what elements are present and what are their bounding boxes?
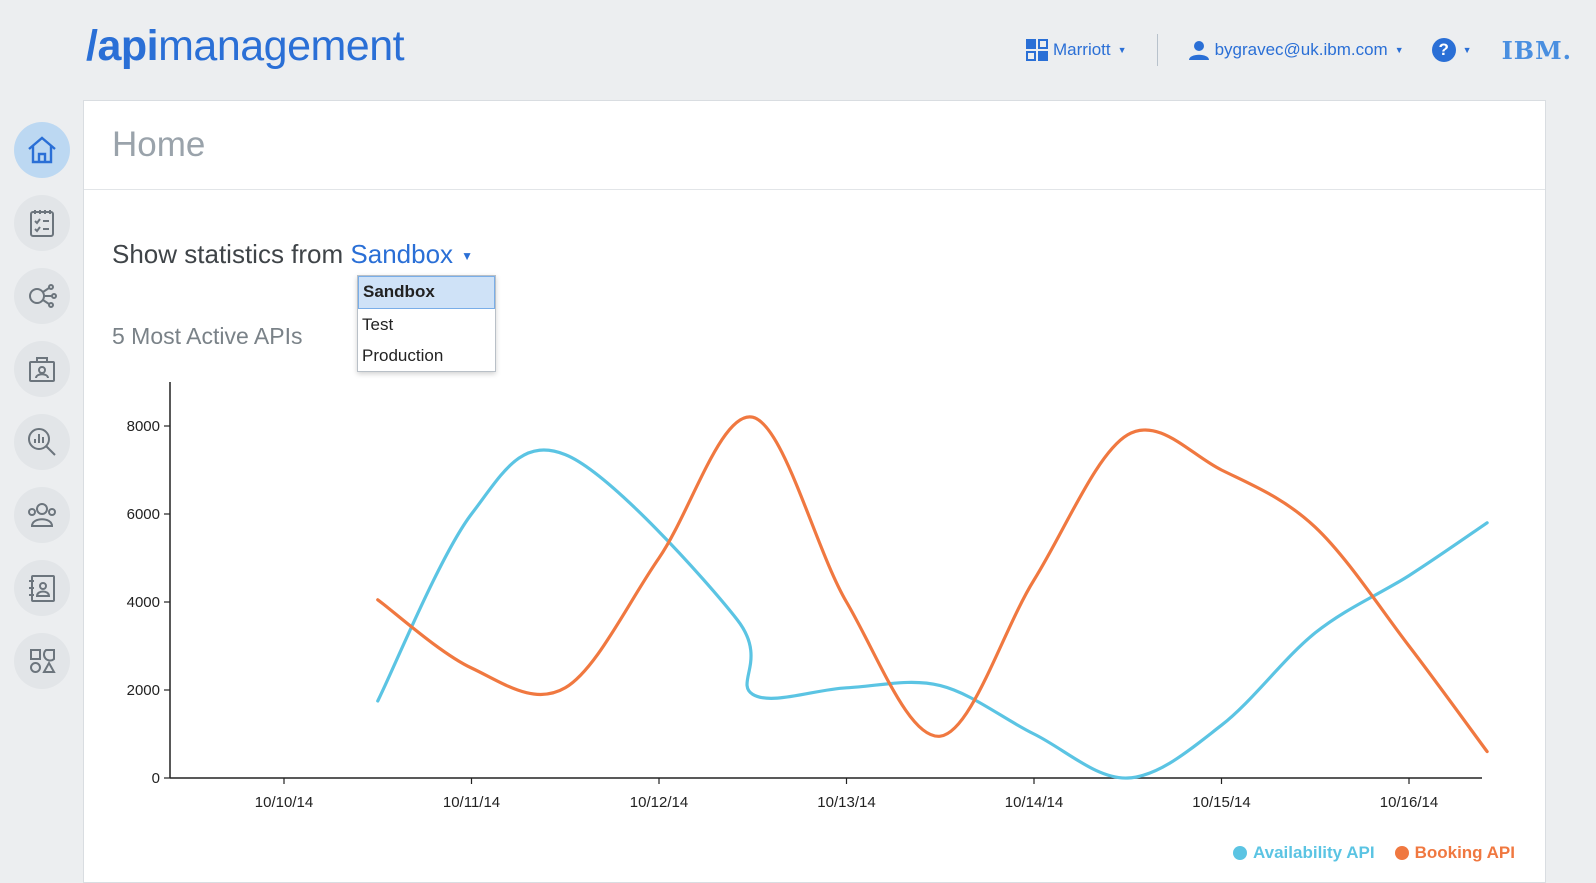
top-bar: /apimanagement Marriott ▼ bygravec@uk.ib… — [0, 0, 1596, 96]
sidebar-item-apis[interactable] — [14, 268, 70, 324]
app-logo[interactable]: /apimanagement — [86, 22, 405, 71]
chevron-down-icon: ▼ — [1117, 45, 1127, 55]
contact-book-icon — [29, 575, 55, 602]
activity-line-chart: 0 2000 4000 6000 8000 10/10/14 10/11/14 10/12/1… — [127, 382, 1489, 811]
legend-dot — [1233, 846, 1247, 860]
checklist-icon — [30, 210, 54, 237]
y-tick-label: 2000 — [127, 682, 160, 699]
top-nav: Marriott ▼ bygravec@uk.ibm.com ▼ ? ▼ IBM… — [1026, 34, 1572, 66]
x-tick-label: 10/10/14 — [255, 794, 313, 811]
dropdown-option-production[interactable]: Production — [358, 340, 495, 371]
user-icon — [1188, 41, 1209, 60]
legend-label: Availability API — [1253, 843, 1375, 862]
y-tick-label: 6000 — [127, 506, 160, 523]
ibm-logo: IBM. — [1501, 35, 1572, 65]
logo-api: api — [97, 22, 159, 70]
logo-management: management — [158, 22, 405, 70]
user-menu[interactable]: bygravec@uk.ibm.com ▼ — [1188, 39, 1404, 61]
environment-dropdown: Sandbox Test Production — [357, 275, 496, 372]
shapes-icon — [30, 649, 56, 673]
legend-dot — [1394, 846, 1409, 860]
org-grid-icon — [1026, 39, 1049, 61]
sidebar-item-developers[interactable] — [14, 487, 70, 543]
x-tick-label: 10/15/14 — [1192, 794, 1250, 811]
sidebar-item-portal[interactable] — [14, 560, 70, 616]
nav-divider — [1156, 34, 1158, 66]
sidebar — [14, 122, 70, 706]
user-email: bygravec@uk.ibm.com — [1214, 40, 1388, 59]
briefcase-icon — [29, 357, 55, 382]
y-tick-label: 4000 — [127, 594, 160, 611]
dropdown-option-sandbox[interactable]: Sandbox — [358, 276, 495, 309]
x-tick-label: 10/14/14 — [1005, 794, 1063, 811]
y-tick-label: 8000 — [127, 418, 160, 435]
api-nodes-icon — [29, 284, 57, 308]
x-tick-label: 10/11/14 — [443, 794, 500, 811]
app-frame: /apimanagement Marriott ▼ bygravec@uk.ib… — [0, 0, 1596, 883]
sidebar-item-settings[interactable] — [14, 633, 70, 689]
org-menu[interactable]: Marriott ▼ — [1026, 39, 1127, 61]
sidebar-item-plans[interactable] — [14, 195, 70, 251]
home-icon — [28, 136, 56, 164]
x-tick-label: 10/12/14 — [630, 794, 688, 811]
x-tick-label: 10/13/14 — [817, 794, 875, 811]
x-tick-label: 10/16/14 — [1380, 794, 1438, 811]
series-line-availability-api — [376, 448, 1489, 780]
dropdown-option-test[interactable]: Test — [358, 309, 495, 340]
help-icon: ? — [1431, 38, 1456, 62]
legend-entry[interactable]: Availability API — [1233, 843, 1375, 863]
org-label: Marriott — [1053, 40, 1111, 59]
legend-label: Booking API — [1414, 843, 1515, 862]
users-icon — [28, 503, 56, 527]
analytics-search-icon — [28, 428, 56, 456]
legend-entry[interactable]: Booking API — [1394, 843, 1515, 863]
chevron-down-icon: ▼ — [1394, 45, 1404, 55]
y-tick-label: 0 — [152, 770, 160, 787]
home-panel: Home Show statistics from Sandbox ▼ 5 Mos… — [83, 100, 1546, 883]
sidebar-item-home[interactable] — [14, 122, 70, 178]
chevron-down-icon: ▼ — [1462, 45, 1472, 55]
sidebar-item-products[interactable] — [14, 341, 70, 397]
help-menu[interactable]: ? ▼ — [1431, 38, 1472, 62]
chart-legend: Availability API Booking API — [1233, 843, 1515, 863]
sidebar-item-analytics[interactable] — [14, 414, 70, 470]
logo-slash: / — [86, 22, 98, 70]
series-line-booking-api — [376, 415, 1489, 754]
